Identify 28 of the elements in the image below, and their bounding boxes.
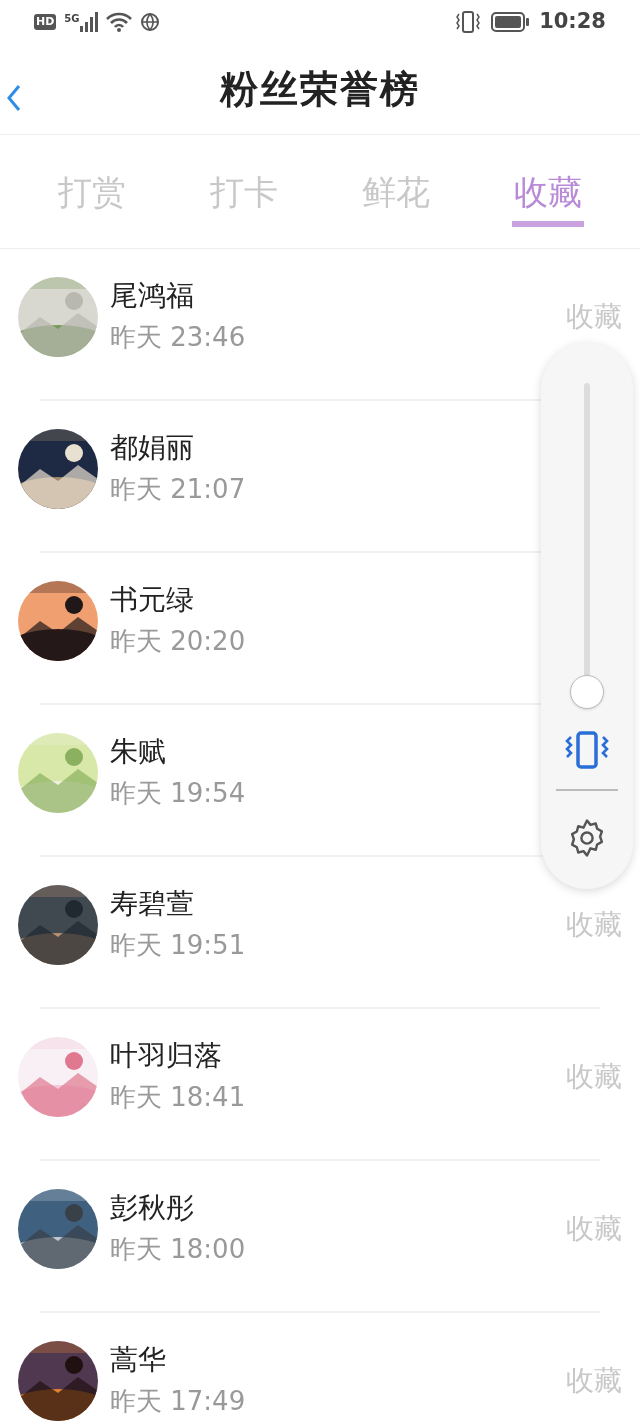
fan-time: 昨天 21:07 [110, 473, 246, 506]
tab[interactable]: 收藏 [512, 163, 584, 227]
fan-name: 寿碧萱 [110, 886, 195, 922]
vibrate-mode-icon[interactable] [563, 731, 611, 769]
fan-name: 尾鸿福 [110, 278, 195, 314]
fan-time: 昨天 18:41 [110, 1081, 246, 1114]
fan-name: 都娟丽 [110, 430, 195, 466]
signal-icon [79, 12, 98, 32]
fan-name: 蒿华 [110, 1342, 167, 1378]
volume-slider-thumb[interactable] [570, 674, 604, 709]
globe-icon [139, 12, 160, 32]
fan-time: 昨天 20:20 [110, 625, 246, 658]
vibrate-icon [455, 11, 482, 33]
fan-name: 叶羽归落 [110, 1038, 223, 1074]
fan-time: 昨天 19:51 [110, 929, 246, 962]
fan-time: 昨天 23:46 [110, 321, 246, 354]
network-label: 5G [64, 14, 80, 24]
clock-time: 10:28 [539, 8, 606, 36]
fan-time: 昨天 17:49 [110, 1385, 246, 1418]
wifi-icon [105, 12, 132, 32]
fan-name: 朱赋 [110, 734, 167, 770]
page-title: 粉丝荣誉榜 [220, 65, 420, 113]
fan-time: 昨天 18:00 [110, 1233, 246, 1266]
hd-badge: HD [34, 14, 57, 30]
fan-time: 昨天 19:54 [110, 777, 246, 810]
fan-name: 书元绿 [110, 582, 195, 618]
battery-icon [491, 12, 530, 32]
fan-name: 彭秋彤 [110, 1190, 195, 1226]
